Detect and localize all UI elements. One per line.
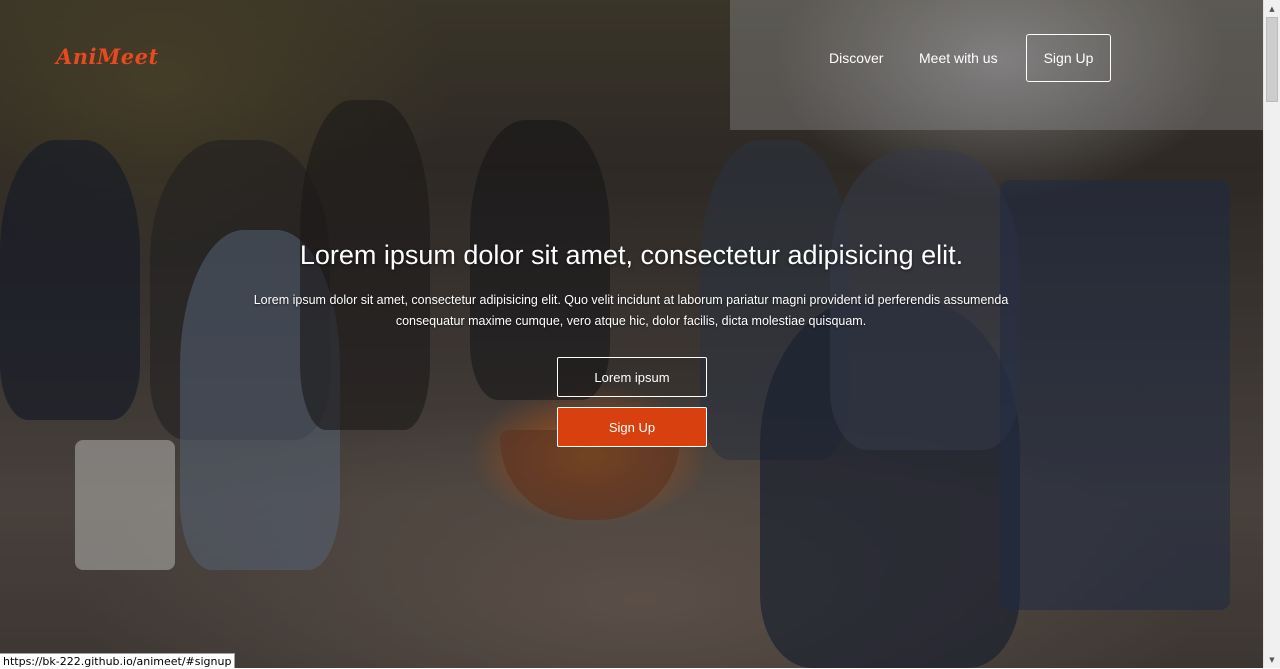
arrow-down-icon[interactable]: ▼ xyxy=(1264,651,1280,668)
lorem-ipsum-button[interactable]: Lorem ipsum xyxy=(557,357,707,397)
status-bar-url: https://bk-222.github.io/animeet/#signup xyxy=(0,653,236,668)
hero-description: Lorem ipsum dolor sit amet, consectetur … xyxy=(253,293,1009,328)
hero-title: Lorem ipsum dolor sit amet, consectetur … xyxy=(299,240,964,270)
scrollbar-thumb[interactable] xyxy=(1266,17,1278,102)
hero-content: Lorem ipsum dolor sit amet, consectetur … xyxy=(0,0,1263,668)
page-viewport: AniMeet Discover Meet with us Sign Up Lo… xyxy=(0,0,1263,668)
hero-signup-button[interactable]: Sign Up xyxy=(557,407,707,447)
vertical-scrollbar[interactable]: ▲ ▼ xyxy=(1263,0,1280,668)
arrow-up-icon[interactable]: ▲ xyxy=(1264,0,1280,17)
